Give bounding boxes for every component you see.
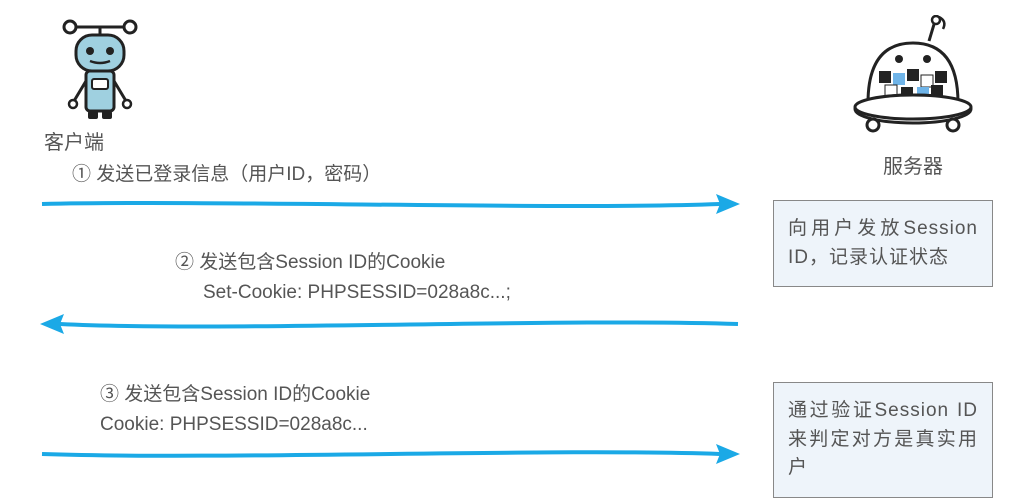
server-label: 服务器	[883, 150, 943, 179]
message-2-line1: ② 发送包含Session ID的Cookie	[175, 248, 511, 278]
client-label: 客户端	[44, 126, 104, 155]
message-2-label: ② 发送包含Session ID的Cookie Set-Cookie: PHPS…	[175, 248, 511, 309]
client-illustration	[40, 5, 160, 130]
message-3-label: ③ 发送包含Session ID的Cookie Cookie: PHPSESSI…	[100, 380, 370, 441]
server-icon	[843, 15, 983, 145]
arrow-right-1	[40, 190, 740, 220]
robot-icon	[40, 5, 160, 125]
message-3-line2: Cookie: PHPSESSID=028a8c...	[100, 410, 370, 440]
server-note-1: 向用户发放Session ID，记录认证状态	[773, 200, 993, 287]
message-3-line1: ③ 发送包含Session ID的Cookie	[100, 380, 370, 410]
message-2-line2: Set-Cookie: PHPSESSID=028a8c...;	[175, 278, 511, 308]
server-illustration	[843, 15, 983, 150]
arrow-right-3	[40, 440, 740, 470]
message-1-label: ① 发送已登录信息（用户ID，密码）	[72, 160, 381, 190]
server-note-2: 通过验证Session ID来判定对方是真实用户	[773, 382, 993, 498]
arrow-left-2	[40, 310, 740, 340]
session-auth-diagram: 客户端	[0, 0, 1013, 500]
